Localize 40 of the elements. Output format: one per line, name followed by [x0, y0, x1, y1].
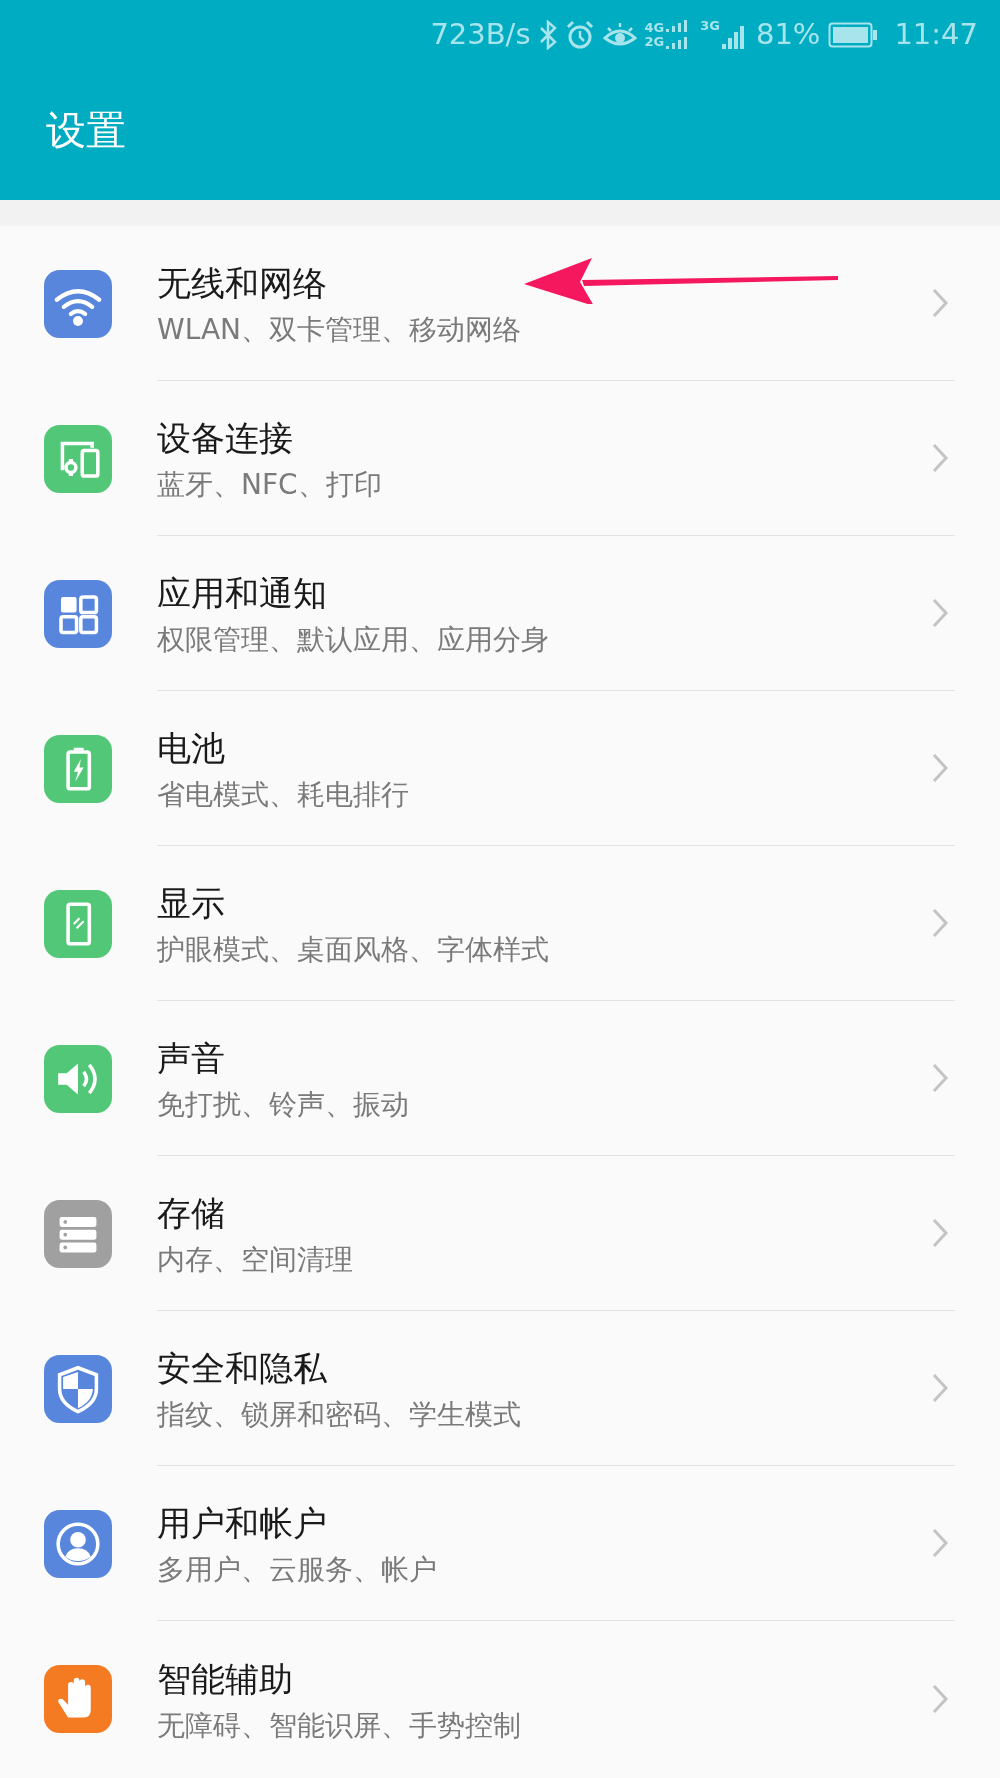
network-type: 3G: [700, 19, 720, 33]
chevron-right-icon: [931, 1527, 949, 1559]
network-type: 2G: [644, 35, 665, 49]
network-type: 4G: [644, 21, 665, 35]
chevron-right-icon: [931, 1217, 949, 1249]
item-title: 用户和帐户: [157, 1502, 327, 1545]
screen-title: 设置: [46, 106, 126, 155]
item-subtitle: 免打扰、铃声、振动: [157, 1087, 409, 1123]
item-subtitle: 蓝牙、NFC、打印: [157, 467, 382, 503]
item-title: 智能辅助: [157, 1657, 293, 1701]
chevron-right-icon: [931, 442, 949, 474]
alarm-icon: [564, 20, 595, 50]
item-subtitle: 权限管理、默认应用、应用分身: [157, 622, 549, 658]
item-title: 应用和通知: [157, 572, 327, 615]
battery-icon: [828, 22, 879, 48]
network-speed: 723B/s: [430, 16, 531, 54]
chevron-right-icon: [931, 907, 949, 939]
chevron-right-icon: [931, 287, 949, 319]
item-title: 存储: [157, 1192, 225, 1235]
item-subtitle: 省电模式、耗电排行: [157, 777, 409, 813]
chevron-right-icon: [931, 597, 949, 629]
item-title: 声音: [157, 1037, 225, 1080]
item-title: 无线和网络: [157, 262, 327, 305]
item-title: 安全和隐私: [157, 1347, 327, 1390]
battery-percent: 81%: [755, 16, 821, 54]
bluetooth-icon: [538, 20, 557, 50]
clock: 11:47: [894, 16, 978, 54]
item-title: 显示: [157, 882, 225, 925]
item-subtitle: 无障碍、智能识屏、手势控制: [157, 1707, 521, 1744]
chevron-right-icon: [931, 1372, 949, 1404]
chevron-right-icon: [931, 1682, 949, 1715]
item-title: 电池: [157, 727, 225, 770]
item-subtitle: 内存、空间清理: [157, 1242, 353, 1278]
item-subtitle: 指纹、锁屏和密码、学生模式: [157, 1397, 521, 1433]
item-subtitle: 多用户、云服务、帐户: [157, 1552, 437, 1588]
item-title: 设备连接: [157, 417, 293, 460]
item-subtitle: WLAN、双卡管理、移动网络: [157, 312, 522, 348]
item-subtitle: 护眼模式、桌面风格、字体样式: [157, 932, 549, 968]
chevron-right-icon: [931, 1062, 949, 1094]
chevron-right-icon: [931, 752, 949, 784]
